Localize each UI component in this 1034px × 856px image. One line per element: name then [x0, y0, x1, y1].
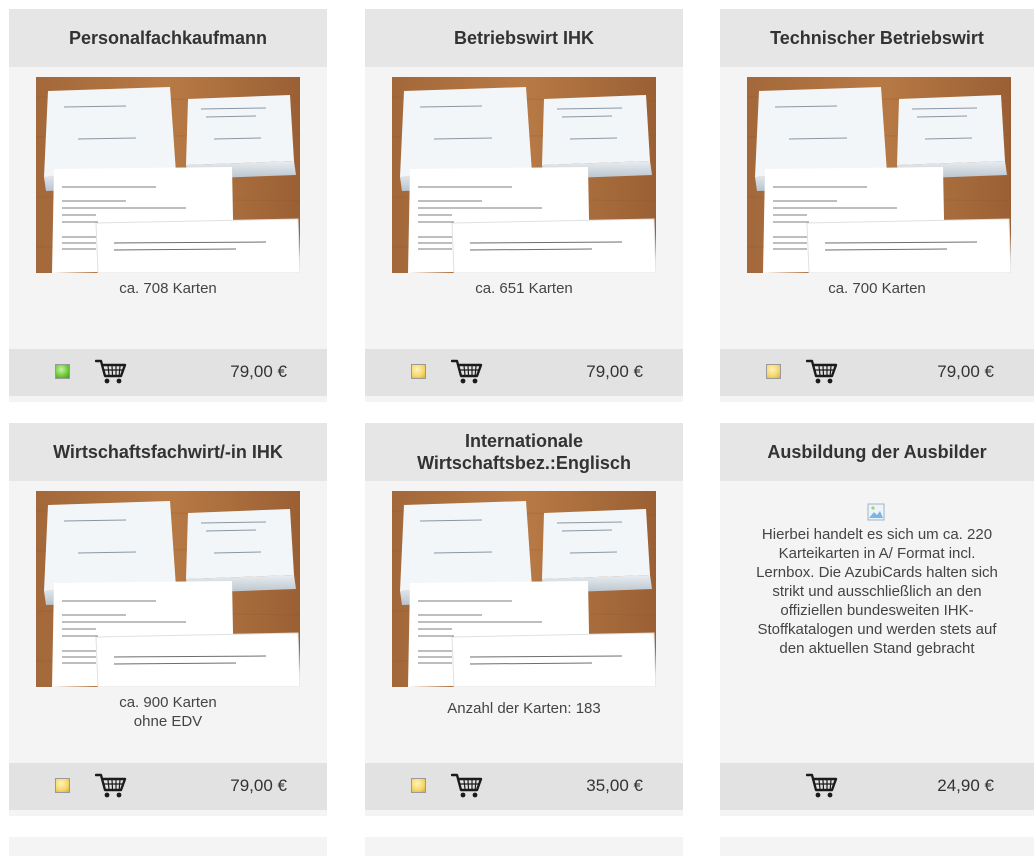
product-title[interactable]: Wirtschaftsfachwirt/-in IHK	[9, 423, 327, 481]
product-image[interactable]	[392, 491, 656, 687]
product-price: 79,00 €	[230, 362, 287, 381]
cart-icon[interactable]	[95, 358, 127, 386]
description-line: Stoffkatalogen und werden stets auf	[757, 621, 997, 638]
product-title[interactable]: Technischer Betriebswirt	[720, 9, 1034, 67]
product-image[interactable]	[36, 77, 300, 273]
title-line: Wirtschaftsbez.:Englisch	[417, 453, 631, 473]
product-title[interactable]: Personalfachkaufmann	[9, 9, 327, 67]
product-card-betriebswirt-ihk[interactable]: Betriebswirt IHK ca. 651 Karten 79,00 €	[365, 9, 683, 402]
availability-indicator-icon	[55, 778, 70, 793]
product-price: 79,00 €	[230, 776, 287, 795]
product-footer: 79,00 €	[365, 349, 683, 396]
product-card-personalfachkaufmann[interactable]: Personalfachkaufmann ca. 708 Karten 79,0…	[9, 9, 327, 402]
product-caption: ca. 700 Karten	[828, 280, 926, 297]
product-caption: ca. 651 Karten	[475, 280, 573, 297]
product-caption: Anzahl der Karten: 183	[447, 700, 601, 717]
description-line: Karteikarten in A/ Format incl.	[778, 545, 976, 562]
cart-icon[interactable]	[806, 358, 838, 386]
product-description: Hierbei handelt es sich um ca. 220 Karte…	[720, 503, 1034, 658]
description-line: den aktuellen Stand gebracht	[779, 640, 975, 657]
title-line: Internationale	[464, 431, 584, 451]
availability-indicator-icon	[766, 364, 781, 379]
availability-indicator-icon	[411, 364, 426, 379]
caption-line: ca. 900 Karten	[119, 694, 217, 711]
description-line: offiziellen bundesweiten IHK-	[780, 602, 974, 619]
product-image[interactable]	[392, 77, 656, 273]
product-title[interactable]: Internationale Wirtschaftsbez.:Englisch	[365, 423, 683, 481]
product-image[interactable]	[36, 491, 300, 687]
product-caption: ca. 708 Karten	[119, 280, 217, 297]
product-price: 79,00 €	[937, 362, 994, 381]
product-image[interactable]	[747, 77, 1011, 273]
product-footer: 79,00 €	[9, 349, 327, 396]
product-price: 35,00 €	[586, 776, 643, 795]
description-line: strikt und ausschließlich an den	[772, 583, 982, 600]
product-card-internationale-wirtschaftsbez[interactable]: Internationale Wirtschaftsbez.:Englisch …	[365, 423, 683, 816]
product-price: 24,90 €	[937, 776, 994, 795]
caption-line: ohne EDV	[133, 713, 203, 730]
product-card-ausbildung-der-ausbilder[interactable]: Ausbildung der Ausbilder Hierbei handelt…	[720, 423, 1034, 816]
broken-image-icon	[867, 503, 885, 521]
product-caption: ca. 900 Karten ohne EDV	[9, 693, 327, 731]
availability-indicator-icon	[411, 778, 426, 793]
product-footer: 35,00 €	[365, 763, 683, 810]
cart-icon[interactable]	[451, 358, 483, 386]
product-footer: 79,00 €	[720, 349, 1034, 396]
product-title[interactable]: Betriebswirt IHK	[365, 9, 683, 67]
description-line: Hierbei handelt es sich um ca. 220	[761, 526, 993, 543]
description-line: Lernbox. Die AzubiCards halten sich	[756, 564, 998, 581]
product-card-wirtschaftsfachwirt[interactable]: Wirtschaftsfachwirt/-in IHK ca. 900 Kart…	[9, 423, 327, 816]
availability-indicator-icon	[55, 364, 70, 379]
product-footer: 24,90 €	[720, 763, 1034, 810]
product-grid: Personalfachkaufmann ca. 708 Karten 79,0…	[0, 0, 1034, 856]
cart-icon[interactable]	[451, 772, 483, 800]
product-title[interactable]: Ausbildung der Ausbilder	[720, 423, 1034, 481]
product-card-technischer-betriebswirt[interactable]: Technischer Betriebswirt ca. 700 Karten …	[720, 9, 1034, 402]
product-card-partial	[720, 837, 1034, 856]
cart-icon[interactable]	[95, 772, 127, 800]
product-price: 79,00 €	[586, 362, 643, 381]
product-footer: 79,00 €	[9, 763, 327, 810]
cart-icon[interactable]	[806, 772, 838, 800]
product-card-partial	[365, 837, 683, 856]
product-card-partial	[9, 837, 327, 856]
